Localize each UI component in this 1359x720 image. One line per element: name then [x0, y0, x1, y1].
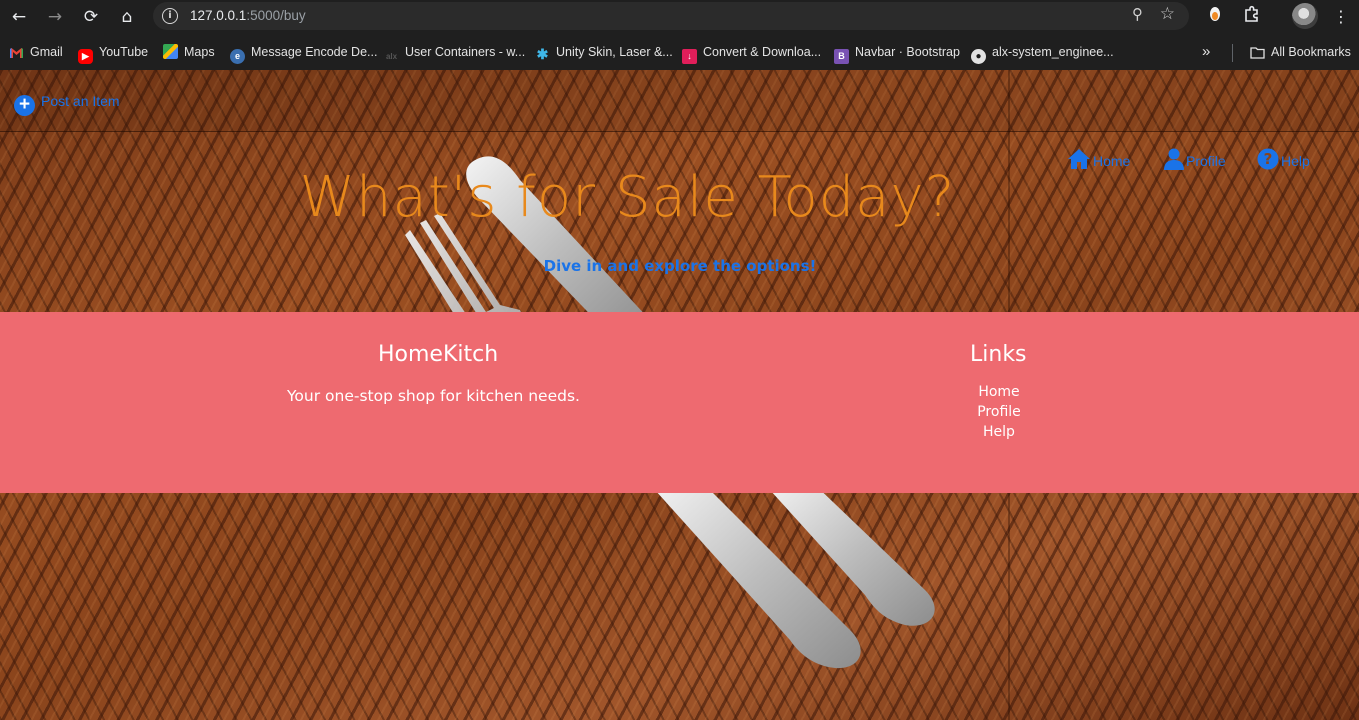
- maps-icon: [163, 44, 178, 59]
- top-bar: + Post an Item: [0, 70, 1359, 132]
- github-icon: ●: [971, 49, 986, 64]
- bookmarks-bar: Gmail ▶ YouTube Maps e Message Encode De..…: [0, 34, 1359, 70]
- hero-subtitle: Dive in and explore the options!: [543, 257, 817, 275]
- bookmark-navbar-bootstrap[interactable]: B Navbar · Bootstrap: [834, 43, 960, 64]
- bookmark-maps[interactable]: Maps: [163, 43, 215, 61]
- bookmark-youtube[interactable]: ▶ YouTube: [78, 43, 148, 64]
- address-bar[interactable]: i 127.0.0.1:5000/buy ⚲ ☆: [153, 2, 1189, 30]
- footer-brand: HomeKitch: [378, 342, 499, 367]
- url-text[interactable]: 127.0.0.1:5000/buy: [190, 8, 306, 23]
- bootstrap-icon: B: [834, 49, 849, 64]
- zoom-icon[interactable]: ⚲: [1132, 5, 1143, 23]
- hero-title: What's for Sale Today?: [299, 165, 956, 230]
- youtube-icon: ▶: [78, 49, 93, 64]
- message-encode-icon: e: [230, 49, 245, 64]
- page-viewport: + Post an Item Home Profile ? Help What's…: [0, 70, 1359, 720]
- bookmark-message-encode[interactable]: e Message Encode De...: [230, 43, 377, 64]
- home-icon[interactable]: ⌂: [114, 4, 140, 30]
- all-bookmarks-button[interactable]: All Bookmarks: [1250, 43, 1351, 61]
- bookmark-gmail[interactable]: Gmail: [9, 43, 63, 61]
- footer-link-home[interactable]: Home: [940, 382, 1058, 402]
- browser-toolbar: ← → ⟳ ⌂ i 127.0.0.1:5000/buy ⚲ ☆ ⋮: [0, 0, 1359, 34]
- footer-link-profile[interactable]: Profile: [940, 402, 1058, 422]
- extensions-puzzle-icon[interactable]: [1240, 5, 1264, 29]
- gmail-icon: [9, 47, 24, 62]
- kebab-menu-icon[interactable]: ⋮: [1329, 5, 1353, 29]
- footer-links-title: Links: [970, 342, 1027, 367]
- bookmark-unity-skin[interactable]: ✱ Unity Skin, Laser &...: [535, 43, 673, 62]
- folder-icon: [1250, 47, 1265, 62]
- forward-arrow-icon[interactable]: →: [42, 4, 68, 30]
- extension-icon[interactable]: [1203, 5, 1227, 29]
- bookmarks-overflow-button[interactable]: »: [1202, 43, 1210, 61]
- download-icon: ↓: [682, 49, 697, 64]
- plus-circle-icon: +: [14, 95, 35, 116]
- profile-avatar[interactable]: [1292, 3, 1318, 29]
- bookmarks-divider: [1232, 44, 1233, 62]
- site-info-icon[interactable]: i: [162, 8, 178, 24]
- footer-link-help[interactable]: Help: [940, 422, 1058, 442]
- hero-subtitle-wrap: Dive in and explore the options!: [0, 256, 1359, 275]
- post-item-link[interactable]: + Post an Item: [14, 90, 120, 116]
- alx-icon: alx: [385, 52, 398, 61]
- hero-title-wrap: What's for Sale Today?: [0, 165, 1359, 230]
- bookmark-alx-system[interactable]: ● alx-system_enginee...: [971, 43, 1114, 64]
- footer-links: Home Profile Help: [940, 382, 1058, 442]
- bookmark-star-icon[interactable]: ☆: [1160, 4, 1175, 24]
- unity-icon: ✱: [536, 46, 549, 62]
- footer-tagline: Your one-stop shop for kitchen needs.: [287, 387, 580, 405]
- bookmark-user-containers[interactable]: alx User Containers - w...: [384, 43, 525, 61]
- back-arrow-icon[interactable]: ←: [6, 4, 32, 30]
- footer: HomeKitch Your one-stop shop for kitchen…: [0, 312, 1359, 493]
- bookmark-convert-download[interactable]: ↓ Convert & Downloa...: [682, 43, 821, 64]
- reload-icon[interactable]: ⟳: [78, 4, 104, 30]
